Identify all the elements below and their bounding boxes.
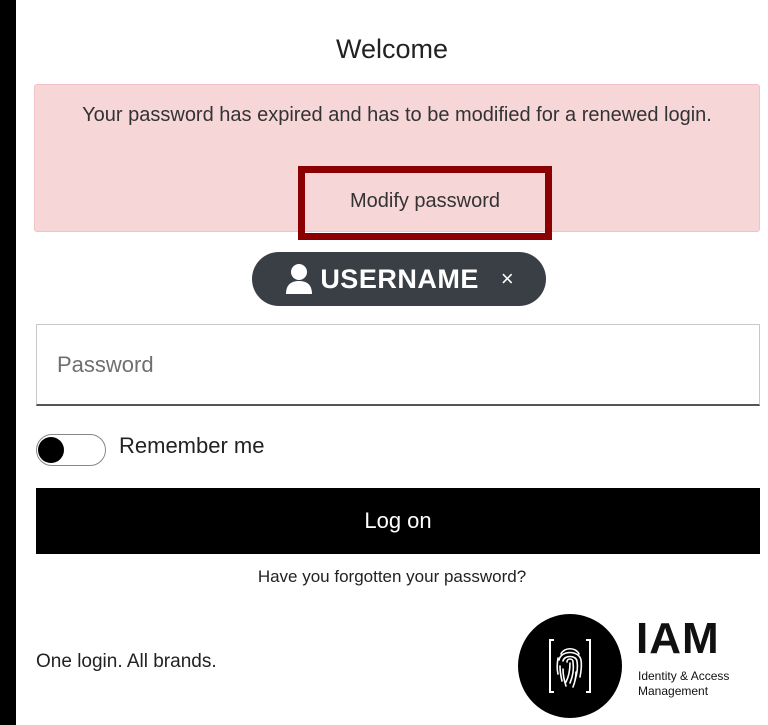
tagline: One login. All brands. [36, 651, 217, 672]
username-chip: USERNAME × [252, 252, 546, 306]
alert-message: Your password has expired and has to be … [82, 104, 712, 126]
iam-logo: IAM Identity & Access Management [518, 614, 768, 718]
username-label: USERNAME [320, 263, 479, 294]
toggle-knob [38, 437, 64, 463]
password-expired-alert: Your password has expired and has to be … [34, 84, 760, 240]
modify-password-link[interactable]: Modify password [305, 190, 545, 213]
log-on-button[interactable]: Log on [36, 488, 760, 554]
logo-circle [518, 614, 622, 718]
page-title: Welcome [335, 34, 449, 64]
close-icon[interactable]: × [501, 266, 514, 292]
remember-me-toggle[interactable] [36, 434, 106, 466]
login-panel: Welcome Your password has expired and ha… [16, 0, 768, 725]
user-icon [286, 264, 313, 294]
logo-title: IAM [636, 614, 720, 663]
modify-password-highlight: Modify password [298, 166, 552, 240]
forgot-password-link[interactable]: Have you forgotten your password? [16, 567, 768, 587]
logo-subtitle: Identity & Access Management [638, 669, 730, 698]
fingerprint-icon [549, 639, 591, 693]
password-input[interactable] [36, 324, 760, 406]
remember-me-label[interactable]: Remember me [119, 433, 264, 459]
